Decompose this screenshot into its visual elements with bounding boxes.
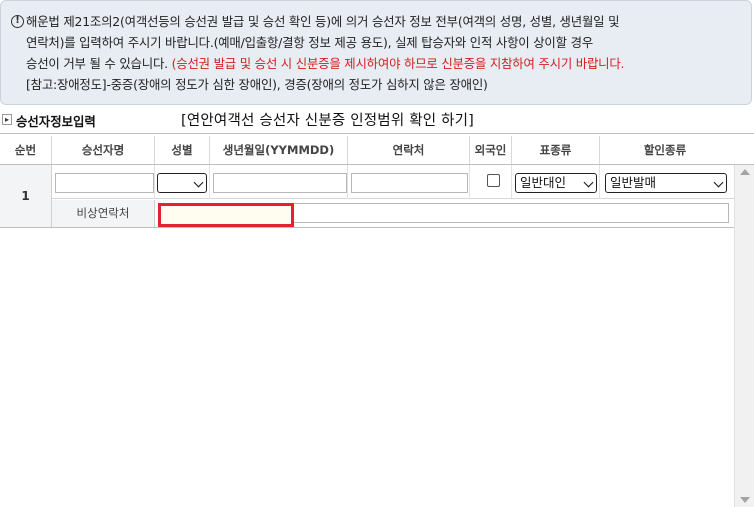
- chevron-down-icon: [583, 177, 594, 188]
- grid-header: 순번 승선자명 성별 생년월일(YYMMDD) 연락처 외국인 표종류 할인종류: [0, 136, 754, 165]
- col-discount-type: 할인종류: [643, 143, 687, 157]
- ticket-type-select[interactable]: 일반대인: [515, 173, 597, 193]
- row-seq: 1: [0, 165, 52, 227]
- section-header: ▸ 승선자정보입력 [연안여객선 승선자 신분증 인정범위 확인 하기]: [0, 108, 754, 134]
- col-gender: 성별: [155, 136, 210, 164]
- ticket-type-value: 일반대인: [520, 175, 567, 190]
- section-title: 승선자정보입력: [16, 114, 96, 129]
- col-phone: 연락처: [348, 136, 470, 164]
- table-row: 1 일반대인 일반발매 비상연락처: [0, 165, 754, 228]
- gender-select[interactable]: [157, 173, 207, 193]
- exclamation-circle-icon: !: [11, 15, 24, 28]
- id-scope-link[interactable]: [연안여객선 승선자 신분증 인정범위 확인 하기]: [181, 109, 474, 130]
- vertical-scrollbar[interactable]: [734, 165, 754, 507]
- notice-line-1: 해운법 제21조의2(여객선등의 승선권 발급 및 승선 확인 등)에 의거 승…: [26, 14, 620, 29]
- col-birth: 생년월일(YYMMDD): [210, 136, 348, 164]
- discount-type-select[interactable]: 일반발매: [605, 173, 727, 193]
- birthdate-input[interactable]: [213, 173, 347, 193]
- col-ticket-type: 표종류: [512, 136, 600, 164]
- notice-line-3-plain: 승선이 거부 될 수 있습니다.: [26, 56, 172, 71]
- emergency-contact-label: 비상연락처: [52, 200, 155, 227]
- chevron-right-icon: ▸: [2, 114, 12, 125]
- col-foreigner: 외국인: [470, 136, 512, 164]
- notice-line-3: 승선이 거부 될 수 있습니다. (승선권 발급 및 승선 시 신분증을 제시하…: [26, 53, 741, 74]
- scroll-down-arrow-icon[interactable]: [740, 497, 750, 503]
- chevron-down-icon: [713, 177, 724, 188]
- scroll-up-arrow-icon[interactable]: [740, 169, 750, 175]
- notice-line-3-warning: (승선권 발급 및 승선 시 신분증을 제시하여야 하므로 신분증을 지참하여 …: [171, 56, 625, 71]
- notice-line-2: 연락처)를 입력하여 주시기 바랍니다.(예매/입출항/결항 정보 제공 용도)…: [26, 35, 593, 50]
- notice-panel: ! 해운법 제21조의2(여객선등의 승선권 발급 및 승선 확인 등)에 의거…: [0, 0, 752, 105]
- col-name: 승선자명: [52, 136, 155, 164]
- col-seq: 순번: [0, 136, 52, 164]
- phone-input[interactable]: [351, 173, 468, 193]
- emergency-contact-highlight[interactable]: [158, 203, 294, 227]
- notice-text: 해운법 제21조의2(여객선등의 승선권 발급 및 승선 확인 등)에 의거 승…: [26, 11, 741, 95]
- discount-type-value: 일반발매: [610, 175, 657, 190]
- passenger-name-input[interactable]: [55, 173, 154, 193]
- notice-line-4: [참고:장애정도]-중증(장애의 정도가 심한 장애인), 경증(장애의 정도가…: [26, 77, 488, 92]
- chevron-down-icon: [193, 177, 204, 188]
- foreigner-checkbox[interactable]: [487, 174, 500, 187]
